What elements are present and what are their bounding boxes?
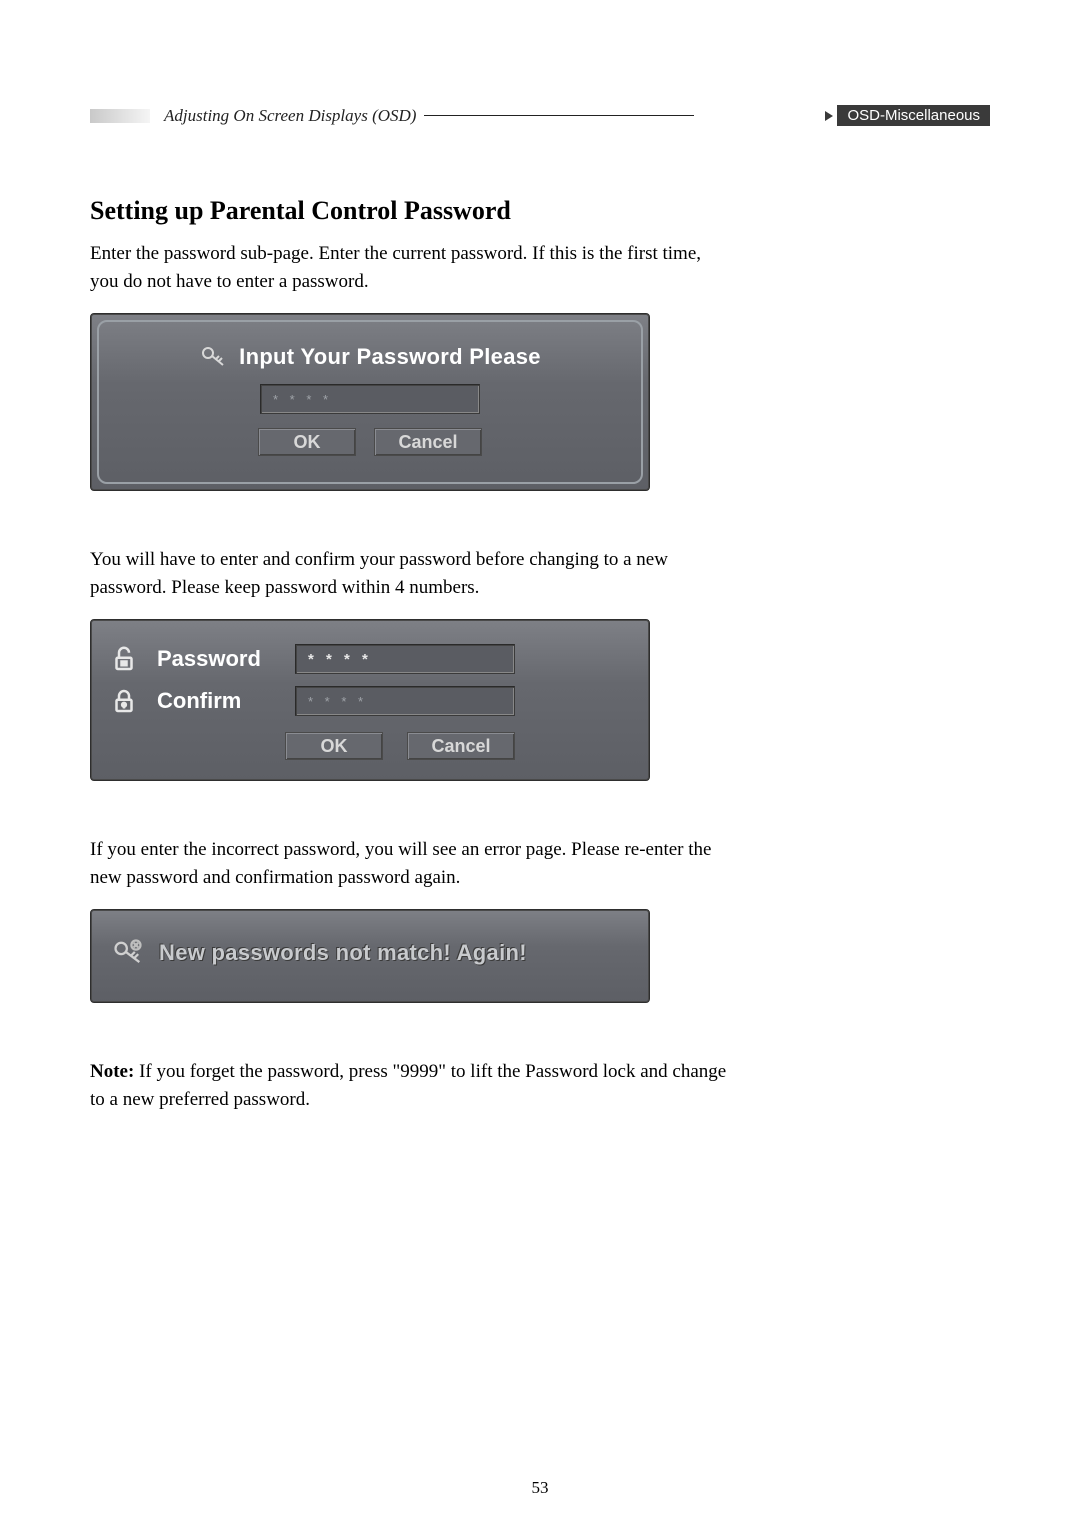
header-gradient-bar xyxy=(90,109,150,123)
note-label: Note: xyxy=(90,1061,134,1082)
ok-button[interactable]: OK xyxy=(285,732,383,760)
paragraph-1: Enter the password sub-page. Enter the c… xyxy=(90,240,730,295)
error-message: New passwords not match! Again! xyxy=(159,940,527,966)
password-label: Password xyxy=(157,646,277,672)
lock-closed-icon xyxy=(109,686,139,716)
confirm-field[interactable]: * * * * xyxy=(295,686,515,716)
osd-password-confirm-screenshot: Password * * * * Confirm * * * * OK Canc… xyxy=(90,619,650,781)
header-divider-line xyxy=(424,115,694,117)
header-section-title: Adjusting On Screen Displays (OSD) xyxy=(164,106,416,126)
note-text: If you forget the password, press "9999"… xyxy=(90,1061,726,1110)
osd-error-screenshot: New passwords not match! Again! xyxy=(90,909,650,1003)
lock-open-icon xyxy=(109,644,139,674)
password-input[interactable]: * * * * xyxy=(260,384,480,414)
osd-input-password-screenshot: Input Your Password Please * * * * OK Ca… xyxy=(90,313,650,491)
page-title: Setting up Parental Control Password xyxy=(90,196,730,226)
paragraph-3: If you enter the incorrect password, you… xyxy=(90,836,730,891)
ok-button[interactable]: OK xyxy=(258,428,356,456)
cancel-button[interactable]: Cancel xyxy=(407,732,515,760)
osd-title: Input Your Password Please xyxy=(239,344,541,370)
arrow-right-icon xyxy=(825,111,833,121)
page-number: 53 xyxy=(532,1478,549,1498)
key-error-icon xyxy=(111,938,145,968)
password-field[interactable]: * * * * xyxy=(295,644,515,674)
key-icon xyxy=(199,345,227,369)
page-header: Adjusting On Screen Displays (OSD) OSD-M… xyxy=(90,105,990,126)
header-subsection-badge: OSD-Miscellaneous xyxy=(837,105,990,126)
paragraph-2: You will have to enter and confirm your … xyxy=(90,546,730,601)
confirm-label: Confirm xyxy=(157,688,277,714)
header-right-wrap: OSD-Miscellaneous xyxy=(825,105,990,126)
cancel-button[interactable]: Cancel xyxy=(374,428,482,456)
note-paragraph: Note: If you forget the password, press … xyxy=(90,1058,730,1113)
